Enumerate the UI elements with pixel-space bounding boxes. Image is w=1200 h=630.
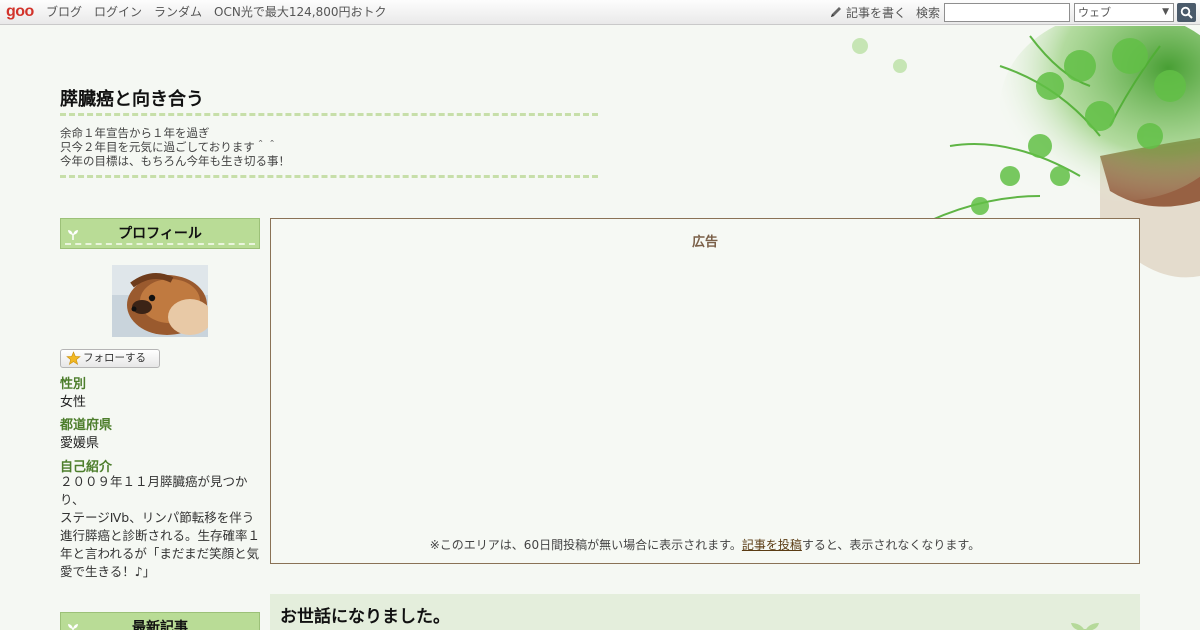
magnifier-icon (1180, 6, 1193, 19)
goo-toolbar: goo ブログ ログイン ランダム OCN光で最大124,800円おトク 記事を… (0, 0, 1200, 25)
prefecture-value: 愛媛県 (60, 436, 100, 451)
ad-area: 広告 ※このエリアは、60日間投稿が無い場合に表示されます。記事を投稿すると、表… (270, 218, 1140, 564)
sprout-icon (68, 230, 78, 240)
header-divider-bottom (60, 175, 598, 178)
post-article-link[interactable]: 記事を投稿 (742, 538, 802, 552)
intro-text: ２００９年１１月膵臓癌が見つかり、 ステージⅣb、リンパ節転移を伴う進行膵癌と診… (60, 473, 260, 581)
blog-title[interactable]: 膵臓癌と向き合う (60, 85, 204, 111)
leaf-icon (1071, 623, 1099, 630)
profile-heading: プロフィール (60, 218, 260, 249)
gender-value: 女性 (60, 395, 87, 410)
profile-heading-label: プロフィール (118, 226, 202, 242)
write-post-link[interactable]: 記事を書く (846, 4, 906, 21)
toolbar-nav: ブログ ログイン ランダム OCN光で最大124,800円おトク (46, 5, 386, 19)
nav-login-link[interactable]: ログイン (94, 5, 142, 19)
blog-description: 余命１年宣告から１年を過ぎ 只今２年目を元気に過ごしております＾＾ 今年の目標は… (60, 126, 290, 168)
profile-avatar[interactable] (112, 265, 208, 337)
entry-title[interactable]: お世話になりました。 (280, 602, 450, 627)
entry-header: お世話になりました。 (270, 594, 1140, 630)
star-icon (66, 351, 81, 365)
search-input[interactable] (944, 2, 1070, 22)
search-button[interactable] (1177, 2, 1196, 22)
recent-posts-heading: 最新記事 (60, 612, 260, 630)
header-divider-top (60, 113, 598, 116)
description-line: 今年の目標は、もちろん今年も生き切る事！ (60, 154, 290, 168)
search-scope-select[interactable]: ウェブ ▼ (1074, 2, 1174, 22)
description-line: 余命１年宣告から１年を過ぎ (60, 126, 210, 140)
nav-random-link[interactable]: ランダム (154, 5, 202, 19)
nav-blog-link[interactable]: ブログ (46, 5, 82, 19)
goo-logo[interactable]: goo (6, 3, 34, 21)
ad-notice-text: ※このエリアは、60日間投稿が無い場合に表示されます。 (429, 538, 742, 552)
intro-line: ステージⅣb、リンパ節転移を伴う進行膵癌と診断される。生存確率１年と言われるが「… (60, 510, 261, 579)
follow-button-label: フォローする (83, 352, 146, 364)
search-label: 検索 (915, 5, 940, 20)
follow-button[interactable]: フォローする (60, 349, 160, 368)
nav-ocn-promo-link[interactable]: OCN光で最大124,800円おトク (214, 5, 386, 19)
dropdown-arrow-icon: ▼ (1162, 6, 1169, 17)
intro-line: ２００９年１１月膵臓癌が見つかり、 (60, 474, 248, 507)
ad-notice: ※このエリアは、60日間投稿が無い場合に表示されます。記事を投稿すると、表示され… (271, 536, 1139, 553)
ad-title: 広告 (691, 235, 718, 250)
search-scope-value: ウェブ (1078, 5, 1111, 19)
dog-photo (112, 265, 208, 337)
prefecture-label: 都道府県 (60, 418, 113, 433)
pencil-icon[interactable] (829, 5, 843, 19)
description-line: 只今２年目を元気に過ごしております＾＾ (60, 140, 278, 154)
recent-posts-heading-label: 最新記事 (132, 620, 188, 630)
toolbar-right: 記事を書く 検索 ウェブ ▼ (829, 2, 1196, 22)
sprout-icon (68, 624, 78, 630)
ad-notice-text-end: すると、表示されなくなります。 (801, 538, 981, 552)
gender-label: 性別 (60, 377, 87, 392)
